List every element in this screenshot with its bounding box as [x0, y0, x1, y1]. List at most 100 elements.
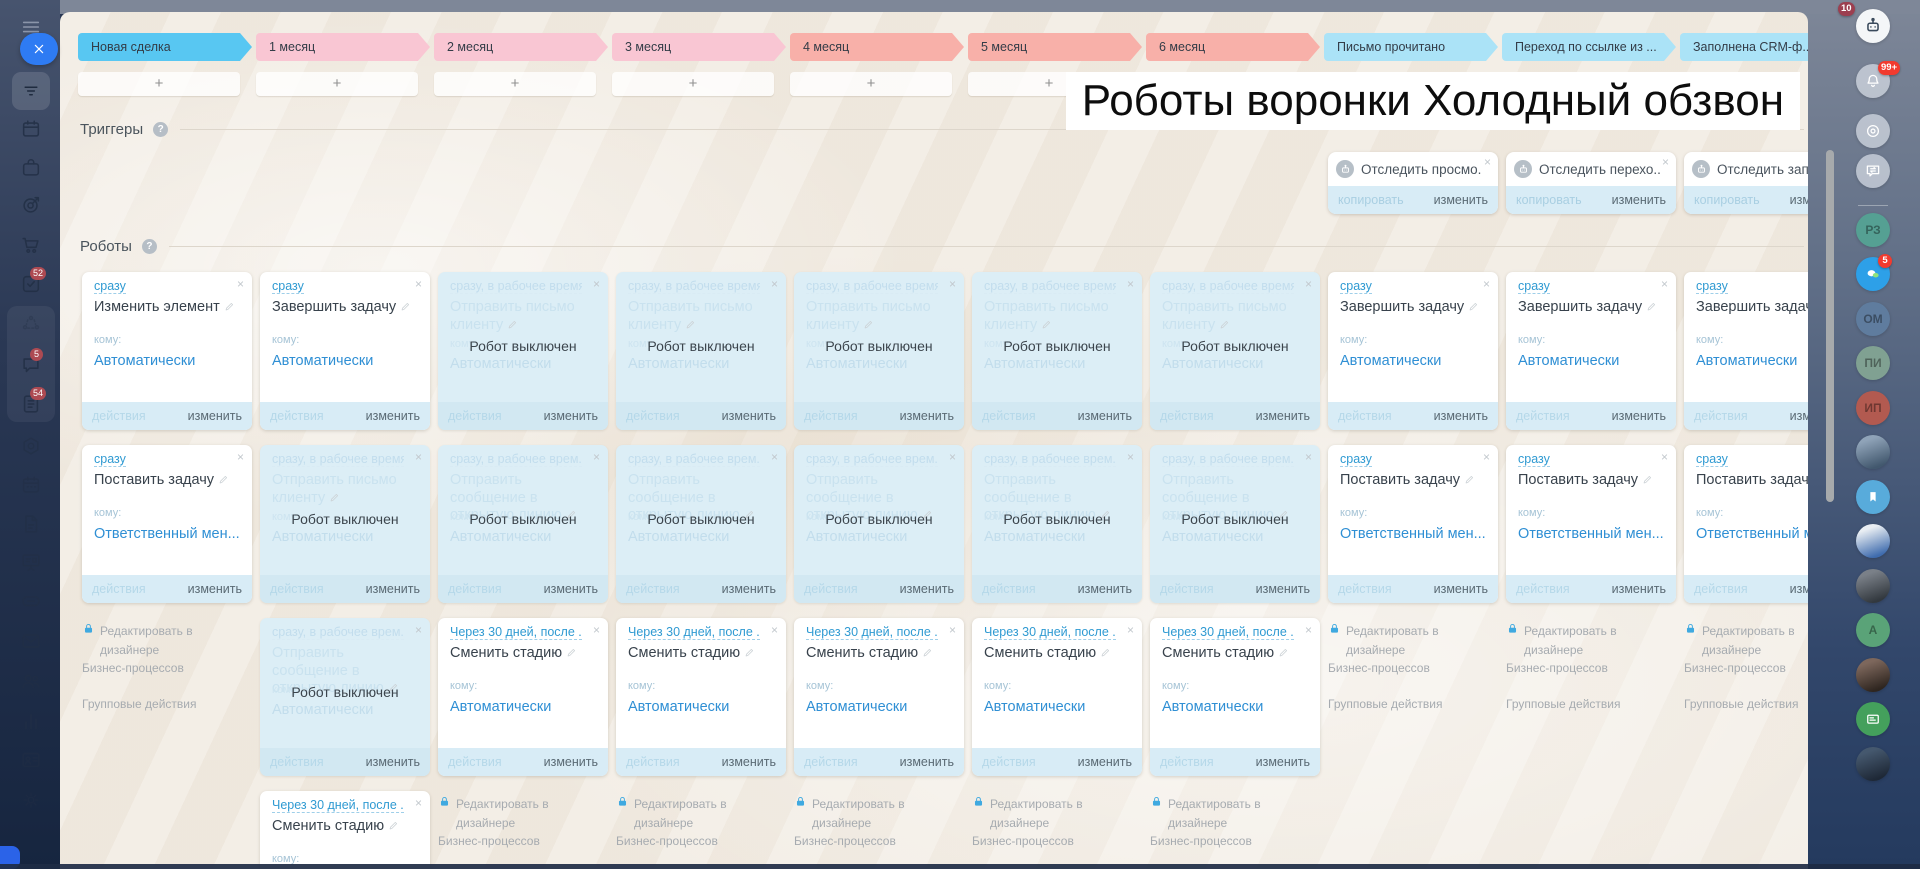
sidebar-item-settings-nut[interactable] — [20, 435, 42, 457]
actions-button[interactable]: действия — [448, 582, 502, 596]
edit-button[interactable]: изменить — [188, 582, 242, 596]
pipeline-stage[interactable]: Заполнена CRM-ф... — [1680, 33, 1808, 61]
robot-time-link[interactable]: сразу — [272, 279, 304, 294]
edit-button[interactable]: изменить — [1434, 193, 1488, 207]
vertical-scrollbar[interactable] — [1826, 150, 1834, 502]
rail-notes[interactable] — [1856, 702, 1890, 736]
add-robot-button[interactable]: + — [612, 72, 774, 96]
close-icon[interactable]: × — [1127, 450, 1134, 464]
close-icon[interactable]: × — [1484, 155, 1491, 169]
edit-icon[interactable] — [1041, 319, 1052, 330]
avatar-user-photo-4[interactable] — [1856, 747, 1890, 781]
rail-conversations[interactable] — [1856, 154, 1890, 188]
sidebar-item-contact-card[interactable] — [20, 749, 42, 771]
edit-button[interactable]: изменить — [722, 755, 776, 769]
close-icon[interactable]: × — [593, 450, 600, 464]
close-icon[interactable]: × — [415, 796, 422, 810]
edit-icon[interactable] — [1464, 474, 1475, 485]
pipeline-stage[interactable]: 6 месяц — [1146, 33, 1320, 61]
robot-time-link[interactable]: Через 30 дней, после ... — [1162, 625, 1294, 640]
to-value-link[interactable]: Автоматически — [1340, 353, 1490, 369]
edit-icon[interactable] — [388, 820, 399, 831]
add-robot-button[interactable]: + — [78, 72, 240, 96]
sidebar-item-team[interactable] — [20, 670, 42, 692]
robot-time-link[interactable]: сразу — [1340, 279, 1372, 294]
edit-button[interactable]: изменить — [1256, 755, 1310, 769]
sidebar-item-gear[interactable] — [20, 789, 42, 811]
close-icon[interactable]: × — [237, 277, 244, 291]
actions-button[interactable]: действия — [92, 582, 146, 596]
sidebar-item-inbox[interactable] — [20, 590, 42, 612]
actions-button[interactable]: действия — [804, 409, 858, 423]
actions-button[interactable]: действия — [1694, 582, 1748, 596]
add-robot-button[interactable]: + — [434, 72, 596, 96]
help-icon[interactable]: ? — [153, 122, 168, 137]
robot-time-link[interactable]: сразу, в рабочее время — [628, 279, 760, 294]
to-value-link[interactable]: Ответственный мен... — [1696, 526, 1808, 542]
avatar-user-photo-dog[interactable] — [1856, 524, 1890, 558]
edit-button[interactable]: изменить — [544, 755, 598, 769]
pipeline-stage[interactable]: 2 месяц — [434, 33, 608, 61]
edit-icon[interactable] — [566, 647, 577, 658]
robot-time-link[interactable]: сразу, в рабочее время — [984, 279, 1116, 294]
edit-icon[interactable] — [1468, 301, 1479, 312]
avatar-user-rz[interactable]: РЗ — [1856, 213, 1890, 247]
robot-time-link[interactable]: сразу, в рабочее врем... — [1162, 452, 1294, 467]
robot-time-link[interactable]: Через 30 дней, после ... — [272, 798, 404, 813]
robot-time-link[interactable]: сразу, в рабочее время — [272, 452, 404, 467]
edit-button[interactable]: изменить — [1612, 193, 1666, 207]
actions-button[interactable]: действия — [804, 582, 858, 596]
rail-bot-avatar[interactable] — [1856, 9, 1890, 43]
close-icon[interactable]: × — [1127, 623, 1134, 637]
robot-time-link[interactable]: сразу, в рабочее врем... — [806, 452, 938, 467]
actions-button[interactable]: действия — [270, 755, 324, 769]
avatar-user-ip[interactable]: ИП — [1856, 391, 1890, 425]
rail-activity[interactable] — [1856, 114, 1890, 148]
edit-icon[interactable] — [218, 474, 229, 485]
edit-button[interactable]: изменить — [188, 409, 242, 423]
robot-time-link[interactable]: сразу — [1340, 452, 1372, 467]
actions-button[interactable]: действия — [1516, 409, 1570, 423]
avatar-user-om[interactable]: ОМ — [1856, 302, 1890, 336]
robot-time-link[interactable]: сразу — [1696, 279, 1728, 294]
close-icon[interactable]: × — [415, 277, 422, 291]
pipeline-stage[interactable]: Переход по ссылке из ... — [1502, 33, 1676, 61]
robot-time-link[interactable]: сразу — [1696, 452, 1728, 467]
edit-button[interactable]: изменить — [1790, 582, 1808, 596]
edit-button[interactable]: изменить — [1078, 755, 1132, 769]
to-value-link[interactable]: Автоматически — [628, 699, 778, 715]
to-value-link[interactable]: Автоматически — [1518, 353, 1668, 369]
sidebar-item-mail[interactable] — [20, 630, 42, 652]
robot-time-link[interactable]: сразу, в рабочее время — [450, 279, 582, 294]
close-icon[interactable]: × — [1305, 450, 1312, 464]
sidebar-item-calendar-grid[interactable] — [20, 474, 42, 496]
robot-time-link[interactable]: Через 30 дней, после ... — [984, 625, 1116, 640]
sidebar-item-presentation[interactable] — [20, 551, 42, 573]
actions-button[interactable]: действия — [1160, 755, 1214, 769]
actions-button[interactable]: действия — [982, 409, 1036, 423]
edit-button[interactable]: изменить — [900, 755, 954, 769]
close-icon[interactable]: × — [949, 623, 956, 637]
edit-icon[interactable] — [922, 647, 933, 658]
avatar-user-photo-1[interactable] — [1856, 435, 1890, 469]
robot-time-link[interactable]: сразу, в рабочее время — [806, 279, 938, 294]
edit-button[interactable]: изменить — [900, 409, 954, 423]
edit-icon[interactable] — [863, 319, 874, 330]
robot-time-link[interactable]: сразу — [1518, 279, 1550, 294]
close-icon[interactable]: × — [1661, 277, 1668, 291]
edit-button[interactable]: изменить — [366, 409, 420, 423]
sidebar-item-briefcase[interactable] — [20, 157, 42, 179]
edit-button[interactable]: изменить — [366, 582, 420, 596]
actions-button[interactable]: действия — [626, 755, 680, 769]
close-icon[interactable]: × — [949, 277, 956, 291]
actions-button[interactable]: действия — [270, 409, 324, 423]
sidebar-item-calendar[interactable] — [20, 118, 42, 140]
sidebar-item-document[interactable] — [20, 513, 42, 535]
to-value-link[interactable]: Ответственный мен... — [1340, 526, 1490, 542]
avatar-user-pi[interactable]: ПИ — [1856, 346, 1890, 380]
edit-button[interactable]: изменить — [722, 409, 776, 423]
edit-button[interactable]: изменить — [366, 755, 420, 769]
add-robot-button[interactable]: + — [256, 72, 418, 96]
edit-button[interactable]: изменить — [1612, 409, 1666, 423]
edit-icon[interactable] — [685, 319, 696, 330]
